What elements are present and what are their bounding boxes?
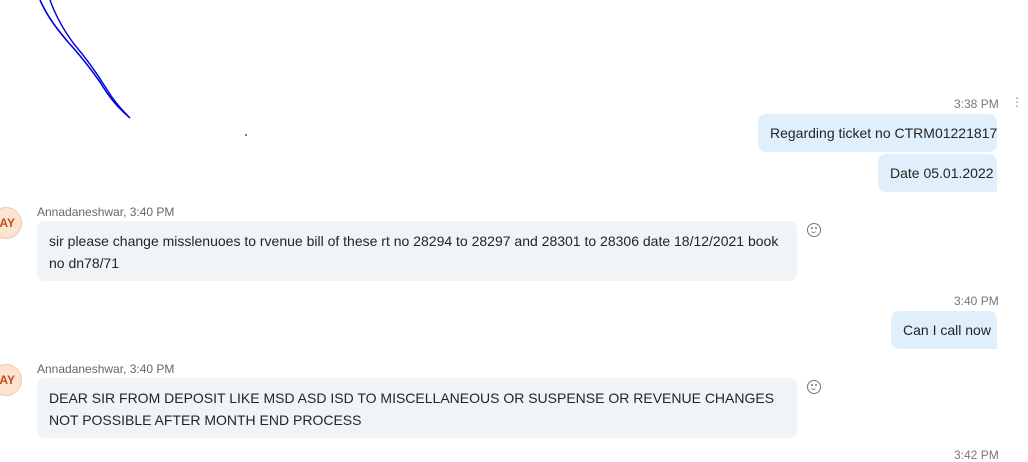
- outgoing-message[interactable]: Date 05.01.2022: [878, 154, 997, 192]
- avatar[interactable]: AY: [0, 207, 22, 239]
- message-timestamp: 3:42 PM: [954, 448, 999, 462]
- sender-name-time: Annadaneshwar, 3:40 PM: [37, 205, 175, 219]
- incoming-message[interactable]: DEAR SIR FROM DEPOSIT LIKE MSD ASD ISD T…: [37, 378, 797, 438]
- avatar[interactable]: AY: [0, 364, 22, 396]
- smile-icon[interactable]: [807, 223, 821, 237]
- smile-icon[interactable]: [807, 380, 821, 394]
- more-options-icon[interactable]: ⋮: [1011, 96, 1023, 108]
- outgoing-message[interactable]: Can I call now: [891, 311, 997, 349]
- outgoing-message[interactable]: Regarding ticket no CTRM01221817: [758, 114, 997, 152]
- incoming-message[interactable]: sir please change misslenuoes to rvenue …: [37, 221, 797, 281]
- message-timestamp: 3:38 PM: [954, 97, 999, 111]
- sender-name-time: Annadaneshwar, 3:40 PM: [37, 362, 175, 376]
- message-timestamp: 3:40 PM: [954, 294, 999, 308]
